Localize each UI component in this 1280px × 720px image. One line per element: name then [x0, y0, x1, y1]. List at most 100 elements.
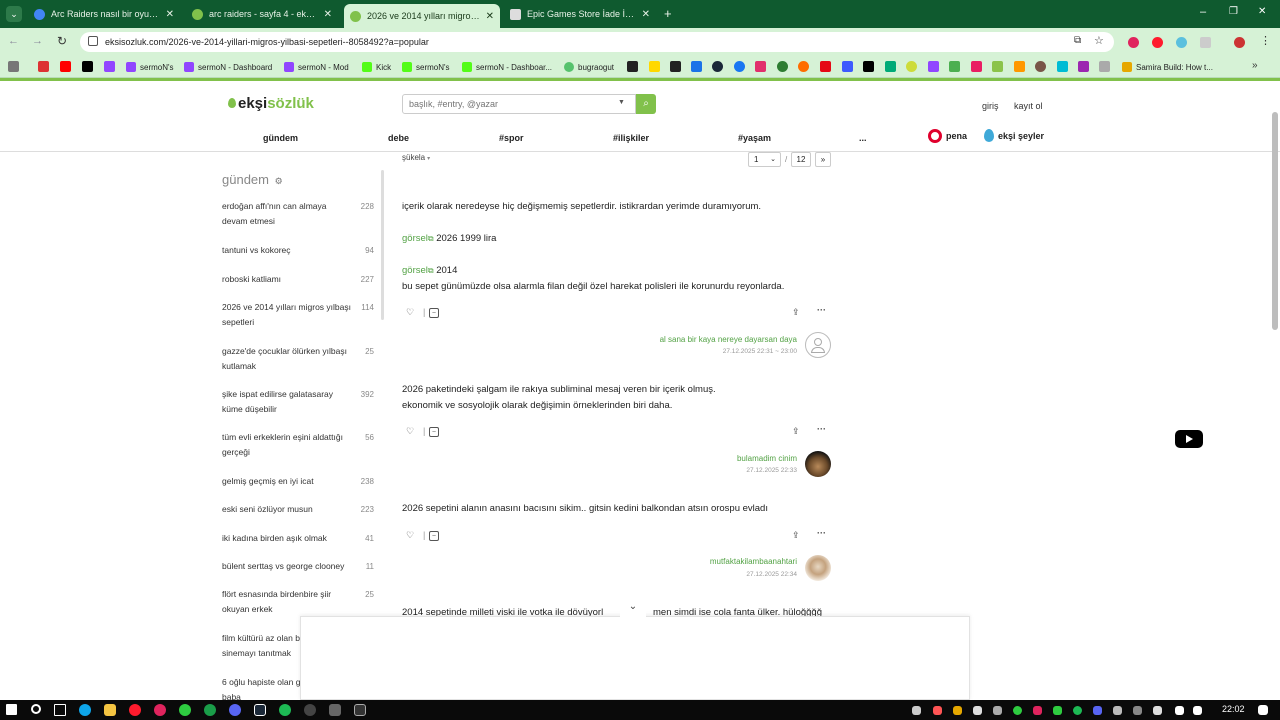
app-icon[interactable] [154, 704, 166, 716]
bookmark[interactable]: sermoN - Mod [284, 60, 349, 74]
avatar[interactable] [805, 555, 831, 581]
bookmark-icon[interactable] [906, 61, 917, 72]
register-link[interactable]: kayıt ol [1014, 101, 1043, 111]
eksi-seyler-link[interactable]: ekşi şeyler [984, 129, 1044, 142]
login-link[interactable]: giriş [982, 101, 999, 111]
forward-icon[interactable]: → [32, 35, 43, 47]
ad-collapse-button[interactable]: ⌄ [620, 601, 646, 617]
browser-tab[interactable]: Arc Raiders nasıl bir oyun - Goo... ✕ [28, 4, 180, 24]
sidebar-item[interactable]: roboski katliamı 227 [222, 272, 382, 287]
instagram-icon[interactable] [755, 61, 766, 72]
steam-icon[interactable] [254, 704, 266, 716]
twitch-icon[interactable] [104, 61, 115, 72]
entry-author[interactable]: mutfaktakilambaanahtari [710, 557, 797, 566]
heart-icon[interactable]: ♡ [406, 307, 414, 318]
page-select[interactable]: 1 ⌄ [748, 152, 781, 167]
tray-icon[interactable] [1093, 706, 1102, 715]
browser-tab[interactable]: arc raiders - sayfa 4 - ekşi sözlük ✕ [186, 4, 338, 24]
tray-icon[interactable] [1133, 706, 1142, 715]
gorsel-link[interactable]: görsel [402, 233, 428, 244]
sidebar-item[interactable]: şike ispat edilirse galatasaray küme düş… [222, 387, 382, 417]
nav-more[interactable]: ... [859, 133, 867, 143]
close-tab-icon[interactable]: ✕ [486, 11, 494, 22]
sort-dropdown[interactable]: şükela ▾ [402, 153, 430, 162]
gorsel-link[interactable]: görsel [402, 265, 428, 276]
tray-icon[interactable] [1113, 706, 1122, 715]
bookmark-icon[interactable] [1057, 61, 1068, 72]
bookmark[interactable]: sermoN - Dashboard [184, 60, 272, 74]
dislike-icon[interactable]: – [429, 427, 439, 437]
share-icon[interactable]: ⇪ [792, 426, 800, 437]
bookmark-icon[interactable] [885, 61, 896, 72]
nav-iliskiler[interactable]: #ilişkiler [613, 133, 649, 143]
bookmark-icon[interactable] [1035, 61, 1046, 72]
app-icon[interactable] [354, 704, 366, 716]
bookmark-icon[interactable] [798, 61, 809, 72]
apps-icon[interactable] [8, 61, 19, 72]
extension-icon[interactable] [1176, 37, 1187, 48]
gear-icon[interactable]: ⚙ [275, 176, 283, 186]
search-button[interactable]: ⌕ [636, 94, 656, 114]
tray-icon[interactable] [953, 706, 962, 715]
bookmark[interactable]: sermoN's [126, 60, 174, 74]
bookmark-icon[interactable] [777, 61, 788, 72]
opera-icon[interactable] [1152, 37, 1163, 48]
close-tab-icon[interactable]: ✕ [324, 9, 332, 20]
task-view-icon[interactable] [54, 704, 66, 716]
facebook-icon[interactable] [734, 61, 745, 72]
tray-icon[interactable] [1153, 706, 1162, 715]
sidebar-item[interactable]: tüm evli erkeklerin eşini aldattığı gerç… [222, 430, 382, 460]
sidebar-item[interactable]: gazze'de çocuklar ölürken yılbaşı kutlam… [222, 344, 382, 374]
avatar[interactable] [805, 332, 831, 358]
nav-gundem[interactable]: gündem [263, 133, 298, 143]
more-options-icon[interactable]: ··· [817, 305, 826, 315]
browser-tab-active[interactable]: 2026 ve 2014 yılları migros yılb... ✕ [344, 4, 500, 28]
close-tab-icon[interactable]: ✕ [642, 9, 650, 20]
sidebar-item[interactable]: flört esnasında birdenbire şiir okuyan e… [222, 587, 382, 617]
back-icon[interactable]: ← [8, 35, 19, 47]
bookmark-icon[interactable] [949, 61, 960, 72]
last-page-button[interactable]: 12 [791, 152, 811, 167]
heart-icon[interactable]: ♡ [406, 530, 414, 541]
tray-icon[interactable] [1013, 706, 1022, 715]
entry-author[interactable]: bulamadim cinim [737, 454, 797, 463]
install-icon[interactable]: ⧉ [1074, 35, 1081, 46]
entry-date[interactable]: 27.12.2025 22:34 [746, 571, 797, 578]
bookmark-icon[interactable] [1014, 61, 1025, 72]
browser-tab[interactable]: Epic Games Store İade İlkesi - E... ✕ [504, 4, 656, 24]
bookmark-icon[interactable] [649, 61, 660, 72]
volume-icon[interactable] [1193, 706, 1202, 715]
app-icon[interactable] [329, 704, 341, 716]
more-options-icon[interactable]: ··· [817, 528, 826, 538]
close-tab-icon[interactable]: ✕ [166, 9, 174, 20]
dislike-icon[interactable]: – [429, 308, 439, 318]
bookmark[interactable]: Samira Build: How t... [1122, 60, 1213, 74]
profile-icon[interactable] [1234, 37, 1245, 48]
bookmark[interactable]: Kick [362, 60, 391, 74]
bookmark-icon[interactable] [971, 61, 982, 72]
search-dropdown-icon[interactable]: ▼ [618, 99, 625, 106]
entry-date[interactable]: 27.12.2025 22:33 [746, 467, 797, 474]
maximize-button[interactable]: ❐ [1229, 6, 1238, 17]
sidebar-item[interactable]: eski seni özlüyor musun 223 [222, 502, 382, 517]
discord-icon[interactable] [229, 704, 241, 716]
sidebar-item[interactable]: gelmiş geçmiş en iyi icat 238 [222, 474, 382, 489]
next-page-button[interactable]: » [815, 152, 831, 167]
nav-yasam[interactable]: #yaşam [738, 133, 771, 143]
tray-icon[interactable] [1073, 706, 1082, 715]
nav-debe[interactable]: debe [388, 133, 409, 143]
start-icon[interactable] [6, 704, 17, 715]
bookmark-icon[interactable] [842, 61, 853, 72]
search-icon[interactable] [31, 704, 41, 714]
bookmark[interactable]: sermoN - Dashboar... [462, 60, 552, 74]
twitch-icon[interactable] [928, 61, 939, 72]
new-tab-button[interactable]: + [664, 6, 672, 21]
sidebar-title[interactable]: gündem ⚙ [222, 172, 283, 187]
dislike-icon[interactable]: – [429, 531, 439, 541]
more-options-icon[interactable]: ··· [817, 424, 826, 434]
address-bar[interactable]: eksisozluk.com/2026-ve-2014-yillari-migr… [80, 32, 1114, 52]
bookmark-icon[interactable] [1078, 61, 1089, 72]
spotify-icon[interactable] [279, 704, 291, 716]
nav-spor[interactable]: #spor [499, 133, 524, 143]
search-input[interactable] [402, 94, 636, 114]
